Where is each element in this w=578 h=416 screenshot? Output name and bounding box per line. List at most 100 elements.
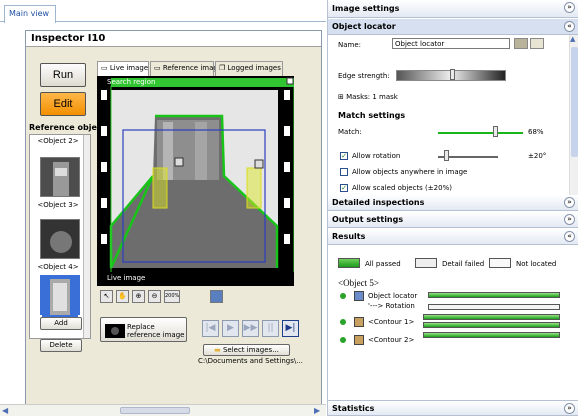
last-image-button[interactable]: ▶| (282, 320, 299, 337)
result-row-label[interactable]: <Contour 2> (368, 336, 414, 344)
zoom-out-icon[interactable]: ⊖ (148, 290, 161, 303)
zoom-200-button[interactable]: 200% (164, 290, 180, 303)
section-title: Statistics (332, 404, 375, 413)
inspector-panel: Inspector I10 Run Edit Reference object … (25, 30, 322, 408)
tab-bar: Main view (0, 0, 326, 23)
tab-label: Live image (109, 64, 149, 72)
fit-image-icon[interactable] (210, 290, 223, 303)
result-row-label[interactable]: Object locator (368, 292, 417, 300)
pan-hand-icon[interactable]: ✋ (116, 290, 129, 303)
image-viewer[interactable]: Search region Live image (97, 76, 295, 286)
detailed-inspections-header[interactable]: Detailed inspections » (328, 195, 578, 211)
rotation-result-bar (428, 304, 560, 310)
output-settings-header[interactable]: Output settings » (328, 212, 578, 228)
settings-scroll-thumb[interactable] (571, 47, 578, 157)
scroll-left-icon[interactable]: ◀ (2, 406, 8, 415)
tab-live-image[interactable]: ▭ Live image (97, 61, 149, 76)
result-row-label[interactable]: <Contour 1> (368, 318, 414, 326)
collapse-chevron-icon[interactable]: « (564, 231, 575, 242)
match-settings-heading: Match settings (338, 111, 406, 120)
rotation-slider-thumb[interactable] (444, 150, 449, 161)
add-button[interactable]: Add (40, 317, 82, 330)
first-image-button[interactable]: |◀ (202, 320, 219, 337)
bottle-neck-thumbnail-icon (42, 277, 78, 317)
legend-not-located-swatch (489, 258, 511, 268)
section-title: Output settings (332, 215, 404, 224)
folder-icon: ▬ (214, 346, 223, 354)
collapse-chevron-icon[interactable]: « (564, 21, 575, 32)
select-images-button[interactable]: ▬ Select images... (203, 344, 290, 356)
object-locator-icon (354, 291, 364, 301)
ref-thumbnail-selected[interactable] (40, 275, 80, 317)
run-button[interactable]: Run (40, 63, 86, 87)
legend-failed-swatch (415, 258, 437, 268)
tab-logged-images[interactable]: ❐ Logged images (215, 61, 283, 76)
ref-thumbnail[interactable] (40, 157, 80, 197)
contour-2-result-bar (423, 332, 560, 338)
play-button[interactable]: ▶ (222, 320, 239, 337)
statistics-header[interactable]: Statistics » (328, 400, 578, 416)
object-locator-header[interactable]: Object locator « (328, 19, 578, 35)
reference-object-list[interactable]: <Object 2> <Object 3> <Object 4> (29, 134, 91, 339)
edge-strength-slider[interactable] (396, 69, 506, 81)
edge-strength-thumb[interactable] (449, 69, 455, 80)
expand-chevron-icon[interactable]: » (564, 2, 575, 13)
replace-reference-image-button[interactable]: Replace reference image (100, 317, 187, 342)
scroll-up-icon[interactable]: ▲ (570, 35, 578, 44)
match-label: Match: (338, 128, 362, 136)
settings-pane: Image settings » Object locator « Name: … (327, 0, 578, 416)
edit-button[interactable]: Edit (40, 92, 86, 116)
scroll-right-icon[interactable]: ▶ (314, 406, 320, 415)
round-object-thumbnail-icon (50, 231, 72, 253)
ref-thumbnail[interactable] (40, 219, 80, 259)
contour-1-result-bar-2 (423, 322, 560, 328)
scroll-thumb[interactable] (120, 407, 190, 414)
camera-icon (105, 324, 125, 338)
match-slider-thumb[interactable] (493, 126, 498, 137)
expand-plus-icon[interactable]: ⊞ (338, 93, 346, 101)
horizontal-scrollbar[interactable]: ◀ ▶ (0, 404, 326, 416)
rotation-value: ±20° (528, 152, 547, 160)
allow-scaled-checkbox[interactable]: ✓ (340, 184, 348, 192)
ref-item-label[interactable]: <Object 3> (32, 201, 84, 209)
legend-failed-label: Detail failed (442, 260, 485, 268)
allow-anywhere-checkbox[interactable] (340, 168, 348, 176)
match-slider[interactable] (438, 132, 523, 134)
expand-chevron-icon[interactable]: » (564, 214, 575, 225)
section-title: Results (332, 232, 366, 241)
name-field[interactable]: Object locator (392, 38, 510, 49)
contour-icon (354, 317, 364, 327)
tab-reference-image[interactable]: ▭ Reference image (150, 61, 222, 76)
zoom-in-icon[interactable]: ⊕ (132, 290, 145, 303)
mask-icon[interactable] (530, 38, 544, 49)
pass-status-icon (340, 337, 346, 343)
ref-item-label[interactable]: <Object 4> (32, 263, 84, 271)
pause-button[interactable]: || (262, 320, 279, 337)
object-locator-body: Name: Object locator Edge strength: ⊞ Ma… (328, 35, 569, 195)
tab-label: Logged images (227, 64, 281, 72)
pointer-tool-icon[interactable]: ↖ (100, 290, 113, 303)
tab-main-view[interactable]: Main view (4, 5, 56, 23)
reference-list-scrollbar[interactable] (83, 135, 90, 338)
bottle-thumbnail-icon (53, 162, 69, 196)
tool-icon[interactable] (514, 38, 528, 49)
settings-scrollbar[interactable]: ▲ (569, 35, 578, 195)
name-label: Name: (338, 41, 362, 49)
result-row-label: '---> Rotation (368, 302, 415, 310)
allow-rotation-checkbox[interactable]: ✓ (340, 152, 348, 160)
section-title: Image settings (332, 4, 400, 13)
logged-images-icon: ❐ (219, 64, 228, 72)
main-view-pane: Main view Inspector I10 Run Edit Referen… (0, 0, 326, 416)
reference-object-header: Reference object (29, 123, 106, 132)
image-settings-header[interactable]: Image settings » (328, 0, 578, 18)
fast-forward-button[interactable]: ▶▶ (242, 320, 259, 337)
results-body: All passed Detail failed Not located <Ob… (328, 246, 578, 402)
expand-chevron-icon[interactable]: » (564, 403, 575, 414)
match-value: 68% (528, 128, 544, 136)
results-header[interactable]: Results « (328, 229, 578, 245)
delete-button[interactable]: Delete (40, 339, 82, 352)
allow-anywhere-label: Allow objects anywhere in image (352, 168, 468, 176)
expand-chevron-icon[interactable]: » (564, 197, 575, 208)
ref-item-label[interactable]: <Object 2> (32, 137, 84, 145)
inspector-title: Inspector I10 (26, 31, 321, 47)
